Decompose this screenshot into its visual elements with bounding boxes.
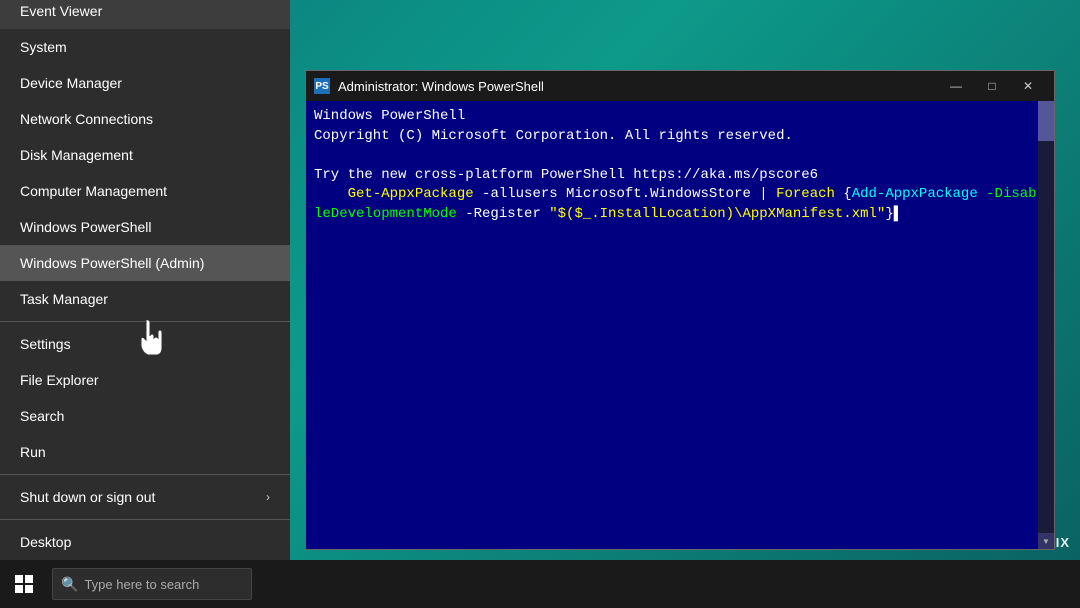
menu-divider-3 <box>0 519 290 520</box>
close-button[interactable]: ✕ <box>1010 71 1046 101</box>
scroll-down-arrow[interactable]: ▼ <box>1038 533 1054 549</box>
menu-item-file-explorer[interactable]: File Explorer <box>0 362 290 398</box>
menu-item-label: Network Connections <box>20 111 153 127</box>
search-placeholder: Type here to search <box>84 577 199 592</box>
context-menu: Apps and Features Power Options Event Vi… <box>0 0 290 560</box>
menu-item-label: Event Viewer <box>20 3 102 19</box>
menu-item-label: Search <box>20 408 64 424</box>
menu-item-shut-down[interactable]: Shut down or sign out › <box>0 479 290 515</box>
powershell-title: Administrator: Windows PowerShell <box>338 79 938 94</box>
menu-item-windows-powershell[interactable]: Windows PowerShell <box>0 209 290 245</box>
menu-item-label: Windows PowerShell (Admin) <box>20 255 204 271</box>
powershell-icon: PS <box>314 78 330 94</box>
start-button[interactable] <box>0 560 48 608</box>
menu-item-label: File Explorer <box>20 372 99 388</box>
menu-item-label: Desktop <box>20 534 71 550</box>
menu-divider-1 <box>0 321 290 322</box>
chevron-right-icon: › <box>266 490 270 504</box>
menu-item-task-manager[interactable]: Task Manager <box>0 281 290 317</box>
menu-item-label: Run <box>20 444 46 460</box>
menu-divider-2 <box>0 474 290 475</box>
menu-item-system[interactable]: System <box>0 29 290 65</box>
menu-item-disk-management[interactable]: Disk Management <box>0 137 290 173</box>
menu-item-label: Task Manager <box>20 291 108 307</box>
menu-item-label: Settings <box>20 336 71 352</box>
taskbar: 🔍 Type here to search <box>0 560 1080 608</box>
menu-item-search[interactable]: Search <box>0 398 290 434</box>
menu-item-computer-management[interactable]: Computer Management <box>0 173 290 209</box>
menu-item-settings[interactable]: Settings <box>0 326 290 362</box>
search-icon: 🔍 <box>61 576 78 593</box>
maximize-button[interactable]: □ <box>974 71 1010 101</box>
powershell-output: Windows PowerShell Copyright (C) Microso… <box>314 107 1046 225</box>
menu-item-network-connections[interactable]: Network Connections <box>0 101 290 137</box>
powershell-titlebar: PS Administrator: Windows PowerShell — □… <box>306 71 1054 101</box>
menu-item-label: Computer Management <box>20 183 167 199</box>
menu-item-windows-powershell-admin[interactable]: Windows PowerShell (Admin) <box>0 245 290 281</box>
powershell-window: PS Administrator: Windows PowerShell — □… <box>305 70 1055 550</box>
windows-logo-icon <box>15 575 33 593</box>
menu-item-run[interactable]: Run <box>0 434 290 470</box>
menu-item-label: Disk Management <box>20 147 133 163</box>
menu-item-label: System <box>20 39 67 55</box>
menu-item-desktop[interactable]: Desktop <box>0 524 290 560</box>
menu-item-label: Device Manager <box>20 75 122 91</box>
minimize-button[interactable]: — <box>938 71 974 101</box>
menu-item-label: Windows PowerShell <box>20 219 152 235</box>
scrollbar[interactable]: ▲ ▼ <box>1038 101 1054 549</box>
powershell-content: Windows PowerShell Copyright (C) Microso… <box>306 101 1054 549</box>
menu-item-label: Shut down or sign out <box>20 489 155 505</box>
menu-item-device-manager[interactable]: Device Manager <box>0 65 290 101</box>
desktop: PS Administrator: Windows PowerShell — □… <box>0 0 1080 608</box>
scrollbar-thumb[interactable] <box>1038 101 1054 141</box>
taskbar-search[interactable]: 🔍 Type here to search <box>52 568 252 600</box>
window-controls: — □ ✕ <box>938 71 1046 101</box>
menu-item-event-viewer[interactable]: Event Viewer <box>0 0 290 29</box>
